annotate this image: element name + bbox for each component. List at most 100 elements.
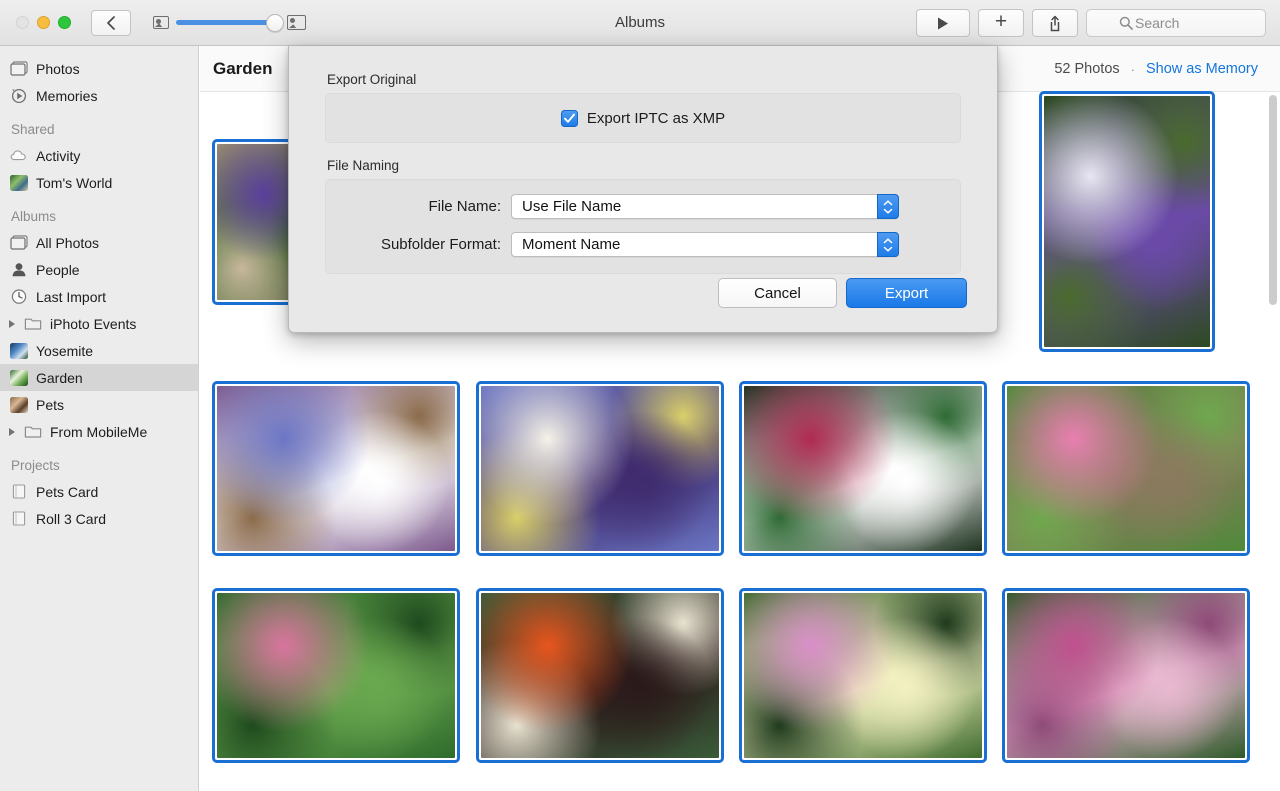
file-name-row: File Name: Use File Name bbox=[326, 194, 960, 219]
iptc-checkbox-row[interactable]: Export IPTC as XMP bbox=[560, 109, 725, 127]
photo-cell[interactable] bbox=[1002, 588, 1250, 763]
sidebar-item-roll-3-card[interactable]: Roll 3 Card bbox=[0, 505, 198, 532]
sidebar-item-all-photos[interactable]: All Photos bbox=[0, 229, 198, 256]
sidebar-item-activity[interactable]: Activity bbox=[0, 142, 198, 169]
export-iptc-checkbox[interactable] bbox=[560, 109, 578, 127]
sidebar-item-label: Tom's World bbox=[36, 174, 113, 191]
disclosure-triangle-icon[interactable] bbox=[9, 319, 15, 328]
sidebar-item-label: Memories bbox=[36, 87, 98, 104]
vertical-scrollbar[interactable] bbox=[1269, 95, 1277, 305]
photo-thumbnail bbox=[1044, 96, 1210, 347]
sidebar-item-photos[interactable]: Photos bbox=[0, 55, 198, 82]
zoom-window-button[interactable] bbox=[58, 16, 71, 29]
file-name-value: Use File Name bbox=[522, 198, 622, 215]
sidebar-item-yosemite[interactable]: Yosemite bbox=[0, 337, 198, 364]
search-input[interactable]: Search bbox=[1086, 9, 1266, 37]
subfolder-format-value: Moment Name bbox=[522, 236, 621, 253]
memories-icon bbox=[11, 88, 27, 104]
photo-thumbnail bbox=[744, 593, 982, 758]
thumbnail-size-slider[interactable] bbox=[176, 13, 284, 32]
sidebar-item-label: Activity bbox=[36, 147, 81, 164]
photo-thumbnail bbox=[217, 593, 455, 758]
person-icon bbox=[12, 263, 26, 277]
file-naming-label: File Naming bbox=[327, 158, 400, 173]
toolbar-right-group: + Search bbox=[916, 9, 1266, 37]
sidebar-group-shared-header: Shared bbox=[11, 122, 55, 137]
file-name-popup-button[interactable]: Use File Name bbox=[511, 194, 899, 219]
sidebar-item-label: Pets Card bbox=[36, 483, 99, 500]
photos-icon bbox=[10, 61, 28, 76]
clock-icon bbox=[11, 289, 27, 304]
sidebar-item-label: People bbox=[36, 261, 80, 278]
folder-icon bbox=[24, 426, 42, 438]
sidebar-item-last-import[interactable]: Last Import bbox=[0, 283, 198, 310]
photo-cell[interactable] bbox=[739, 588, 987, 763]
photos-icon bbox=[10, 235, 28, 250]
sidebar-item-memories[interactable]: Memories bbox=[0, 82, 198, 109]
photo-cell[interactable] bbox=[1002, 381, 1250, 556]
slideshow-button[interactable] bbox=[916, 9, 970, 37]
photo-thumbnail bbox=[217, 386, 455, 551]
minimize-window-button[interactable] bbox=[37, 16, 50, 29]
export-original-group: Export IPTC as XMP bbox=[325, 93, 961, 143]
card-icon bbox=[12, 511, 26, 526]
export-original-label: Export Original bbox=[327, 72, 417, 87]
play-icon bbox=[938, 17, 948, 29]
large-thumbnail-icon bbox=[287, 15, 306, 30]
album-thumbnail-icon bbox=[10, 396, 28, 413]
subfolder-format-chevrons-icon[interactable] bbox=[877, 232, 899, 257]
photo-thumbnail bbox=[481, 386, 719, 551]
window-titlebar: Albums + Search bbox=[0, 0, 1280, 46]
show-as-memory-link[interactable]: Show as Memory bbox=[1146, 61, 1258, 77]
export-dialog: Export Original Export IPTC as XMP File … bbox=[288, 46, 998, 333]
sidebar-item-garden[interactable]: Garden bbox=[0, 364, 198, 391]
file-name-chevrons-icon[interactable] bbox=[877, 194, 899, 219]
sidebar-item-label: Pets bbox=[36, 396, 65, 413]
sidebar-item-tom-s-world[interactable]: Tom's World bbox=[0, 169, 198, 196]
card-icon bbox=[12, 484, 26, 499]
folder-icon bbox=[24, 318, 42, 330]
photo-cell[interactable] bbox=[212, 381, 460, 556]
file-name-field-label: File Name: bbox=[428, 198, 501, 215]
sidebar-item-label: Last Import bbox=[36, 288, 107, 305]
sidebar-item-pets-card[interactable]: Pets Card bbox=[0, 478, 198, 505]
photo-cell[interactable] bbox=[476, 588, 724, 763]
photo-cell[interactable] bbox=[212, 588, 460, 763]
cloud-icon bbox=[10, 150, 26, 161]
header-right-group: 52 Photos · Show as Memory bbox=[1054, 46, 1258, 92]
separator-dot: · bbox=[1130, 61, 1135, 77]
sidebar-item-label: Garden bbox=[36, 369, 83, 386]
subfolder-format-field-label: Subfolder Format: bbox=[380, 236, 501, 253]
album-thumbnail-icon bbox=[10, 369, 28, 386]
photo-cell[interactable] bbox=[1039, 91, 1215, 352]
photo-thumbnail bbox=[1007, 593, 1245, 758]
cancel-button[interactable]: Cancel bbox=[718, 278, 837, 308]
sidebar-item-label: Yosemite bbox=[36, 342, 94, 359]
sidebar-item-label: Photos bbox=[36, 60, 80, 77]
sidebar-item-iphoto-events[interactable]: iPhoto Events bbox=[0, 310, 198, 337]
chevron-left-icon bbox=[106, 15, 115, 30]
sidebar-item-people[interactable]: People bbox=[0, 256, 198, 283]
add-button[interactable]: + bbox=[978, 9, 1024, 37]
photo-count-label: 52 Photos bbox=[1054, 61, 1120, 77]
search-icon bbox=[1119, 16, 1133, 33]
sidebar-item-label: iPhoto Events bbox=[50, 315, 137, 332]
photo-cell[interactable] bbox=[476, 381, 724, 556]
sidebar-item-label: From MobileMe bbox=[50, 423, 148, 440]
page-title: Garden bbox=[213, 58, 273, 78]
slider-knob[interactable] bbox=[266, 13, 284, 32]
photos-app-window: Albums + Search Photos Memories Shared A… bbox=[0, 0, 1280, 791]
export-button[interactable]: Export bbox=[846, 278, 967, 308]
photo-cell[interactable] bbox=[739, 381, 987, 556]
sidebar-item-pets[interactable]: Pets bbox=[0, 391, 198, 418]
share-button[interactable] bbox=[1032, 9, 1078, 37]
subfolder-format-row: Subfolder Format: Moment Name bbox=[326, 232, 960, 257]
close-window-button[interactable] bbox=[16, 16, 29, 29]
checkmark-icon bbox=[563, 113, 575, 123]
back-button[interactable] bbox=[91, 9, 131, 36]
disclosure-triangle-icon[interactable] bbox=[9, 427, 15, 436]
album-thumbnail-icon bbox=[10, 342, 28, 359]
subfolder-format-popup-button[interactable]: Moment Name bbox=[511, 232, 899, 257]
plus-icon: + bbox=[994, 10, 1008, 33]
sidebar-item-from-mobileme[interactable]: From MobileMe bbox=[0, 418, 198, 445]
